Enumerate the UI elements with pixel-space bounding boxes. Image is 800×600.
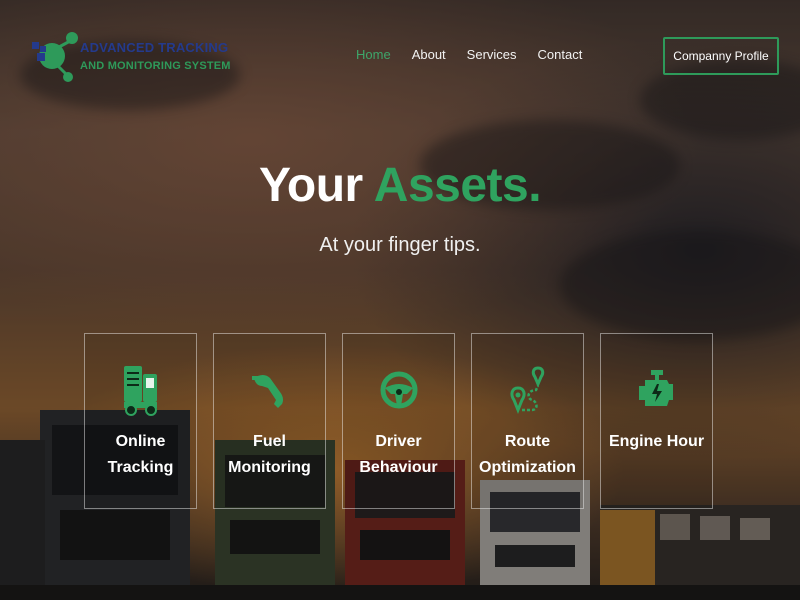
feature-label: Fuel Monitoring bbox=[228, 433, 311, 476]
nav-item-services[interactable]: Services bbox=[467, 47, 517, 62]
feature-label: Driver Behaviour bbox=[359, 433, 438, 476]
feature-label: Online Tracking bbox=[107, 433, 174, 476]
feature-cards: Online Tracking Fuel Monitoring Driver B… bbox=[84, 333, 716, 509]
feature-card-fuel-monitoring[interactable]: Fuel Monitoring bbox=[213, 333, 326, 509]
company-profile-button[interactable]: Companny Profile bbox=[663, 37, 779, 75]
feature-label: Route Optimization bbox=[479, 433, 576, 476]
feature-card-online-tracking[interactable]: Online Tracking bbox=[84, 333, 197, 509]
logo-line-1: ADVANCED TRACKING bbox=[80, 40, 229, 55]
hero-title-accent: Assets. bbox=[373, 159, 542, 212]
hero-title-plain: Your bbox=[258, 159, 363, 212]
route-pins-icon bbox=[509, 366, 544, 415]
logo-text: ADVANCED TRACKING AND MONITORING SYSTEM bbox=[80, 40, 231, 74]
hero-title: Your Assets. bbox=[0, 158, 800, 213]
logo-line-2: AND MONITORING SYSTEM bbox=[80, 60, 231, 72]
feature-card-route-optimization[interactable]: Route Optimization bbox=[471, 333, 584, 509]
hero-subtitle: At your finger tips. bbox=[319, 234, 481, 256]
site-header: ADVANCED TRACKING AND MONITORING SYSTEM … bbox=[0, 0, 800, 110]
feature-label: Engine Hour bbox=[608, 433, 705, 450]
brand-logo[interactable]: ADVANCED TRACKING AND MONITORING SYSTEM bbox=[28, 26, 238, 86]
feature-card-engine-hour[interactable]: Engine Hour bbox=[600, 333, 713, 509]
truck-icon bbox=[123, 366, 157, 416]
engine-icon bbox=[638, 370, 673, 406]
logo-mark-icon bbox=[32, 32, 78, 82]
fuel-nozzle-icon bbox=[251, 375, 283, 408]
nav-item-home[interactable]: Home bbox=[356, 47, 391, 62]
main-nav: Home About Services Contact bbox=[356, 47, 582, 62]
nav-item-contact[interactable]: Contact bbox=[538, 47, 583, 62]
nav-item-about[interactable]: About bbox=[412, 47, 446, 62]
feature-card-driver-behaviour[interactable]: Driver Behaviour bbox=[342, 333, 455, 509]
steering-wheel-icon bbox=[380, 371, 417, 409]
